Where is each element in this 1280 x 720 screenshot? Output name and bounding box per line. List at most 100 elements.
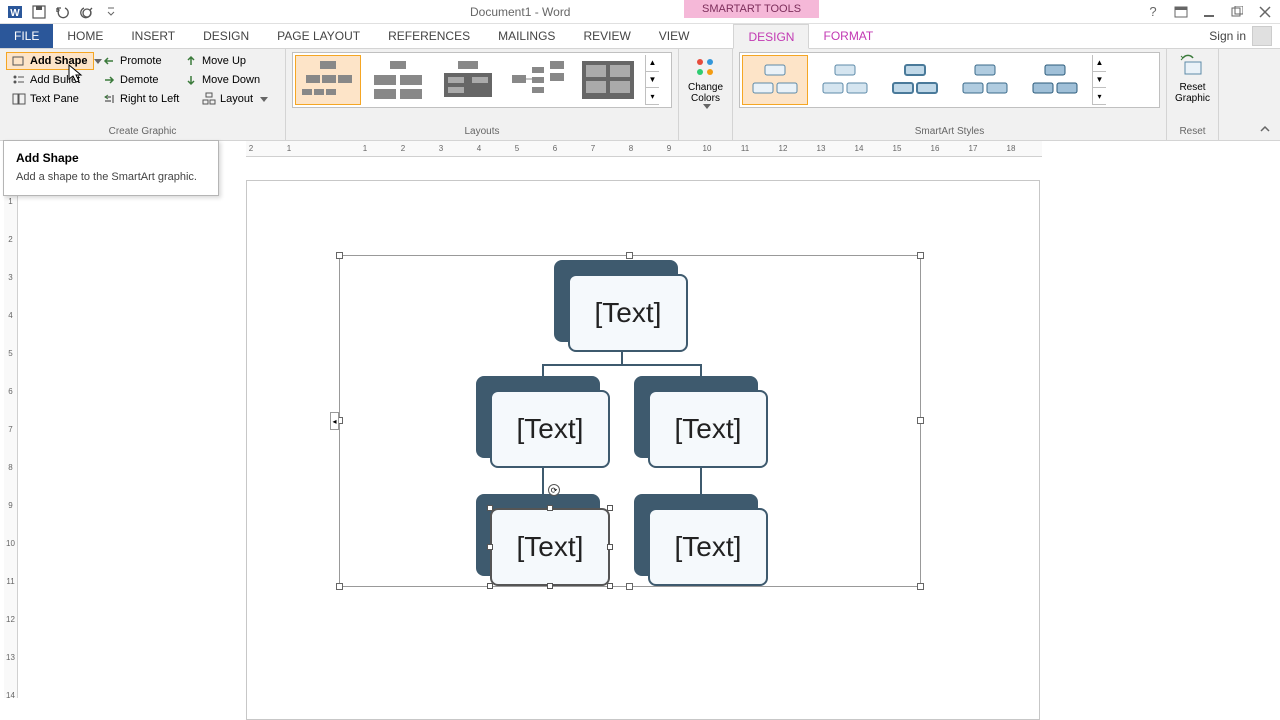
page[interactable]: ◂ [Text] [Text] [Text] <box>246 180 1040 720</box>
text-pane-toggle-icon[interactable]: ◂ <box>330 412 339 430</box>
tab-insert[interactable]: INSERT <box>117 24 189 48</box>
selection-handle[interactable] <box>487 583 493 589</box>
reset-group-label: Reset <box>1179 126 1205 139</box>
connector-line <box>542 364 702 366</box>
smartart-node[interactable]: [Text] <box>634 376 768 468</box>
scroll-down-icon[interactable]: ▼ <box>1093 72 1106 89</box>
style-thumb-5[interactable] <box>1022 55 1088 105</box>
layout-thumb-3[interactable] <box>435 55 501 105</box>
selection-handle[interactable] <box>547 583 553 589</box>
tab-view[interactable]: VIEW <box>645 24 704 48</box>
move-up-label: Move Up <box>202 55 246 67</box>
scroll-down-icon[interactable]: ▼ <box>646 72 659 89</box>
rotate-handle-icon[interactable]: ⟳ <box>548 484 560 496</box>
add-shape-button[interactable]: Add Shape <box>6 52 94 70</box>
close-icon[interactable] <box>1254 3 1276 21</box>
smartart-node[interactable]: [Text] <box>634 494 768 586</box>
resize-handle[interactable] <box>336 252 343 259</box>
reset-icon <box>1179 54 1207 82</box>
resize-handle[interactable] <box>626 252 633 259</box>
tab-page-layout[interactable]: PAGE LAYOUT <box>263 24 374 48</box>
style-thumb-2[interactable] <box>812 55 878 105</box>
scroll-up-icon[interactable]: ▲ <box>646 55 659 72</box>
selection-handle[interactable] <box>487 505 493 511</box>
undo-icon[interactable] <box>52 2 74 22</box>
add-bullet-button[interactable]: Add Bullet <box>6 71 94 89</box>
resize-handle[interactable] <box>336 583 343 590</box>
create-graphic-group-label: Create Graphic <box>6 126 279 139</box>
ribbon-options-icon[interactable] <box>1170 3 1192 21</box>
style-thumb-4[interactable] <box>952 55 1018 105</box>
move-down-button[interactable]: Move Down <box>178 71 276 89</box>
selection-handle[interactable] <box>607 583 613 589</box>
reset-graphic-button[interactable]: Reset Graphic <box>1173 52 1212 104</box>
document-title: Document1 - Word <box>470 5 570 19</box>
document-area: ◂ [Text] [Text] [Text] <box>18 158 1280 720</box>
layout-thumb-1[interactable] <box>295 55 361 105</box>
text-pane-label: Text Pane <box>30 93 79 105</box>
promote-label: Promote <box>120 55 162 67</box>
horizontal-ruler[interactable]: 21123456789101112131415161718 <box>246 141 1042 157</box>
signin-area[interactable]: Sign in <box>1209 24 1280 48</box>
smartart-container[interactable]: ◂ [Text] [Text] [Text] <box>339 255 921 587</box>
tab-mailings[interactable]: MAILINGS <box>484 24 569 48</box>
tab-references[interactable]: REFERENCES <box>374 24 484 48</box>
right-to-left-label: Right to Left <box>120 93 179 105</box>
layout-label: Layout <box>220 93 253 105</box>
style-thumb-3[interactable] <box>882 55 948 105</box>
tab-file[interactable]: FILE <box>0 24 53 48</box>
layout-button[interactable]: Layout <box>196 90 266 108</box>
smartart-node-selected[interactable]: [Text] ⟳ <box>476 494 610 586</box>
promote-button[interactable]: Promote <box>96 52 176 70</box>
layout-thumb-5[interactable] <box>575 55 641 105</box>
tab-smartart-design[interactable]: DESIGN <box>733 24 809 49</box>
ribbon: Add Shape Promote Move Up Add Bullet <box>0 49 1280 141</box>
selection-handle[interactable] <box>607 544 613 550</box>
vertical-ruler[interactable]: 1234567891011121314 <box>4 158 18 698</box>
signin-label: Sign in <box>1209 29 1246 43</box>
expand-gallery-icon[interactable]: ▾ <box>1093 88 1106 105</box>
qat-more-icon[interactable] <box>100 2 122 22</box>
resize-handle[interactable] <box>917 583 924 590</box>
style-thumb-1[interactable] <box>742 55 808 105</box>
minimize-icon[interactable] <box>1198 3 1220 21</box>
layout-thumb-2[interactable] <box>365 55 431 105</box>
resize-handle[interactable] <box>917 417 924 424</box>
collapse-ribbon-icon[interactable] <box>1258 122 1272 136</box>
tab-review[interactable]: REVIEW <box>569 24 644 48</box>
chevron-down-icon <box>703 104 711 109</box>
help-icon[interactable]: ? <box>1142 3 1164 21</box>
selection-handle[interactable] <box>487 544 493 550</box>
demote-label: Demote <box>120 74 159 86</box>
smartart-node[interactable]: [Text] <box>476 376 610 468</box>
expand-gallery-icon[interactable]: ▾ <box>646 88 659 105</box>
move-up-button[interactable]: Move Up <box>178 52 266 70</box>
styles-scroll: ▲ ▼ ▾ <box>1092 55 1106 105</box>
tab-design[interactable]: DESIGN <box>189 24 263 48</box>
tab-smartart-format[interactable]: FORMAT <box>809 24 887 48</box>
demote-button[interactable]: Demote <box>96 71 176 89</box>
chevron-down-icon <box>260 97 268 102</box>
node-text: [Text] <box>517 531 584 563</box>
node-text: [Text] <box>595 297 662 329</box>
tooltip-title: Add Shape <box>16 151 206 165</box>
title-bar: W Document1 - Word SMARTART TOOLS ? <box>0 0 1280 24</box>
word-icon[interactable]: W <box>4 2 26 22</box>
smartart-node[interactable]: [Text] <box>554 260 688 352</box>
selection-handle[interactable] <box>547 505 553 511</box>
change-colors-button[interactable]: Change Colors <box>685 52 726 109</box>
resize-handle[interactable] <box>626 583 633 590</box>
add-shape-label: Add Shape <box>30 55 87 67</box>
tab-home[interactable]: HOME <box>53 24 117 48</box>
selection-handle[interactable] <box>607 505 613 511</box>
right-to-left-button[interactable]: Right to Left <box>96 90 194 108</box>
quick-access-toolbar: W <box>0 2 122 22</box>
resize-handle[interactable] <box>917 252 924 259</box>
scroll-up-icon[interactable]: ▲ <box>1093 55 1106 72</box>
maximize-icon[interactable] <box>1226 3 1248 21</box>
save-icon[interactable] <box>28 2 50 22</box>
layout-thumb-4[interactable] <box>505 55 571 105</box>
window-controls: ? <box>1142 3 1276 21</box>
redo-icon[interactable] <box>76 2 98 22</box>
text-pane-button[interactable]: Text Pane <box>6 90 94 108</box>
